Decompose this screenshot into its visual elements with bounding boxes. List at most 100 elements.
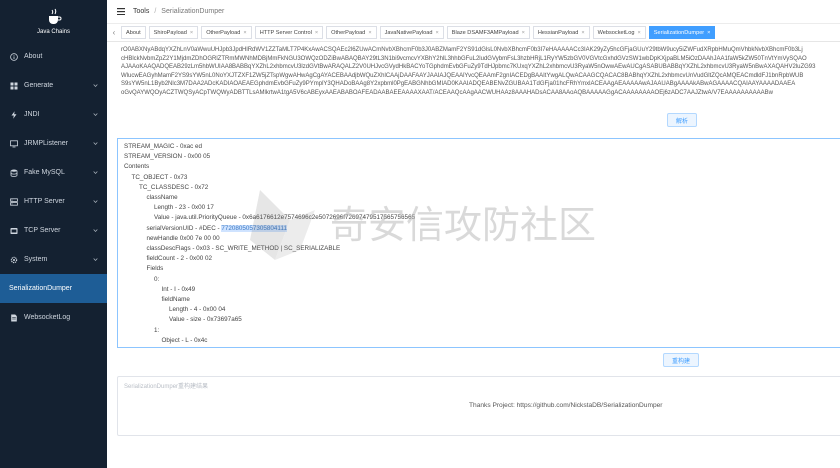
payload-input[interactable]: rO0ABXNyABdqYXZhLnV0aWwuUHJpb3JpdHlRdWV1…	[117, 44, 840, 148]
tab-websocketlog[interactable]: WebsocketLog ×	[592, 26, 646, 39]
sidebar-item-serializationdumper[interactable]: SerializationDumper	[0, 274, 107, 303]
top-header: Tools / SerializationDumper	[107, 0, 840, 24]
dump-line-text: 0:	[154, 275, 160, 283]
close-icon[interactable]: ×	[190, 30, 193, 36]
dump-line-text: TC_CLASSDESC - 0x72	[139, 183, 209, 191]
sidebar-item-label: System	[24, 256, 48, 263]
tab-label: OtherPayload	[206, 29, 241, 36]
tab-label: JavaNativePayload	[384, 29, 433, 36]
sidebar-item-jrmplistener[interactable]: JRMPListener	[0, 129, 107, 158]
chevron-down-icon	[93, 171, 98, 175]
dump-line: Value - size - 0x73697a65	[124, 315, 835, 325]
sidebar-item-generate[interactable]: Generate	[0, 71, 107, 100]
tab-http-server-control[interactable]: HTTP Server Control ×	[254, 26, 324, 39]
close-icon[interactable]: ×	[435, 30, 438, 36]
logo-text: Java Chains	[36, 29, 71, 35]
tab-javanativepayload[interactable]: JavaNativePayload ×	[379, 26, 444, 39]
dump-line-text: STREAM_MAGIC - 0xac ed	[124, 143, 203, 150]
selected-text: 7720805057305804111	[221, 224, 287, 232]
sidebar-item-label: SerializationDumper	[9, 285, 73, 292]
dump-output[interactable]: STREAM_MAGIC - 0xac ed STREAM_VERSION - 0…	[117, 138, 840, 348]
sidebar-item-system[interactable]: System	[0, 245, 107, 274]
dump-line-text: Object - L - 0x4c	[161, 336, 208, 344]
rebuild-button[interactable]: 重构建	[663, 353, 700, 367]
tab-otherpayload[interactable]: OtherPayload ×	[201, 26, 252, 39]
dump-line: Value - java.util.PriorityQueue - 0x6a61…	[124, 213, 835, 223]
dump-line-text: Length - 23 - 0x00 17	[154, 204, 214, 212]
close-icon[interactable]: ×	[368, 30, 371, 36]
breadcrumb-root[interactable]: Tools	[133, 8, 149, 15]
grid-icon	[9, 81, 18, 90]
dump-line: 0:	[124, 275, 835, 285]
breadcrumb-current: SerializationDumper	[161, 8, 225, 15]
dump-line-text: fieldName	[161, 296, 190, 304]
tab-about[interactable]: About	[121, 26, 146, 39]
gear-icon	[9, 255, 18, 264]
tab-label: Blaze DSAMF3AMPayload	[451, 29, 519, 36]
breadcrumb-separator: /	[154, 8, 157, 15]
dump-line-text: newHandle 0x00 7e 00 00	[146, 234, 220, 242]
tab-serializationdumper[interactable]: SerializationDumper ×	[648, 26, 716, 39]
close-icon[interactable]: ×	[243, 30, 246, 36]
payload-line: WlucwEAGyhMamF2YS9sYW5nL0NoYXJTZXF1ZW5jZ…	[121, 72, 804, 79]
dump-line-text: STREAM_VERSION - 0x00 05	[124, 153, 211, 161]
dump-line: classDescFlags - 0x03 - SC_WRITE_METHOD …	[124, 244, 835, 254]
chevron-down-icon	[93, 113, 98, 117]
dump-line: Int - I - 0x49	[124, 285, 835, 295]
chevron-down-icon	[93, 84, 98, 88]
tab-blaze-dsamf3ampayload[interactable]: Blaze DSAMF3AMPayload ×	[446, 26, 530, 39]
dump-line: Length - 23 - 0x00 17	[124, 203, 835, 213]
close-icon[interactable]: ×	[522, 30, 525, 36]
dump-line: className	[124, 193, 835, 203]
close-icon[interactable]: ×	[707, 30, 710, 36]
server-icon	[9, 197, 18, 206]
dump-line: fieldCount - 2 - 0x00 02	[124, 254, 835, 264]
tab-bar: ‹ About ShiroPayload × OtherPayload × HTTP Se…	[107, 24, 840, 42]
close-icon[interactable]: ×	[638, 30, 641, 36]
sidebar-item-label: Fake MySQL	[24, 169, 65, 176]
sidebar-item-websocketlog[interactable]: WebsocketLog	[0, 303, 107, 332]
tab-label: HTTP Server Control	[259, 29, 312, 36]
tab-label: WebsocketLog	[597, 29, 635, 36]
payload-line: oGvQAYWQOyACZTWQSyACpTWQWyADBTTLsAMlkrtw…	[121, 89, 773, 96]
dump-line-text: classDescFlags - 0x03 - SC_WRITE_METHOD …	[146, 245, 341, 253]
sidebar-item-label: JNDI	[24, 111, 40, 118]
dump-line-text: 1:	[154, 326, 160, 334]
dump-line: 1:	[124, 326, 835, 336]
dump-line-text: Value - java.util.PriorityQueue - 0x6a61…	[154, 214, 416, 222]
hamburger-icon[interactable]	[117, 8, 125, 15]
database-icon	[9, 168, 18, 177]
dump-line-text: Int - I - 0x49	[161, 285, 196, 293]
document-icon	[9, 313, 18, 322]
dump-line-text: serialVersionUID - #DEC -	[146, 224, 222, 232]
tab-otherpayload[interactable]: OtherPayload ×	[326, 26, 377, 39]
sidebar-item-label: JRMPListener	[24, 140, 68, 147]
sidebar-item-tcp-server[interactable]: TCP Server	[0, 216, 107, 245]
dump-line: Length - 4 - 0x00 04	[124, 305, 835, 315]
dump-line-text: Length - 4 - 0x00 04	[169, 306, 226, 314]
close-icon[interactable]: ×	[581, 30, 584, 36]
dump-line-text: Contents	[124, 163, 150, 171]
close-icon[interactable]: ×	[315, 30, 318, 36]
dump-line-text: Fields	[146, 265, 164, 273]
tab-hessianpayload[interactable]: HessianPayload ×	[532, 26, 590, 39]
tab-shiropayload[interactable]: ShiroPayload ×	[148, 26, 199, 39]
dump-line: Object - L - 0x4c	[124, 336, 835, 346]
sidebar-item-http-server[interactable]: HTTP Server	[0, 187, 107, 216]
monitor-icon	[9, 139, 18, 148]
tab-label: SerializationDumper	[653, 29, 705, 36]
dump-line: TC_CLASSDESC - 0x72	[124, 183, 835, 193]
sidebar-item-fake-mysql[interactable]: Fake MySQL	[0, 158, 107, 187]
tab-label: ShiroPayload	[153, 29, 187, 36]
dump-line: newHandle 0x00 7e 00 00	[124, 234, 835, 244]
dump-line: Fields	[124, 264, 835, 274]
dump-line-text: className	[146, 194, 178, 202]
tab-label: OtherPayload	[331, 29, 366, 36]
payload-line: S9sYW5nL1Byb2Nlc3M7DAA2ADcKADIAOAEAEGphd…	[121, 81, 796, 87]
sidebar-item-about[interactable]: About	[0, 42, 107, 71]
tab-scroll-left-icon[interactable]: ‹	[107, 24, 121, 42]
sidebar-item-jndi[interactable]: JNDI	[0, 100, 107, 129]
parse-button[interactable]: 解析	[667, 113, 698, 127]
sidebar-item-label: TCP Server	[24, 227, 61, 234]
network-icon	[9, 226, 18, 235]
